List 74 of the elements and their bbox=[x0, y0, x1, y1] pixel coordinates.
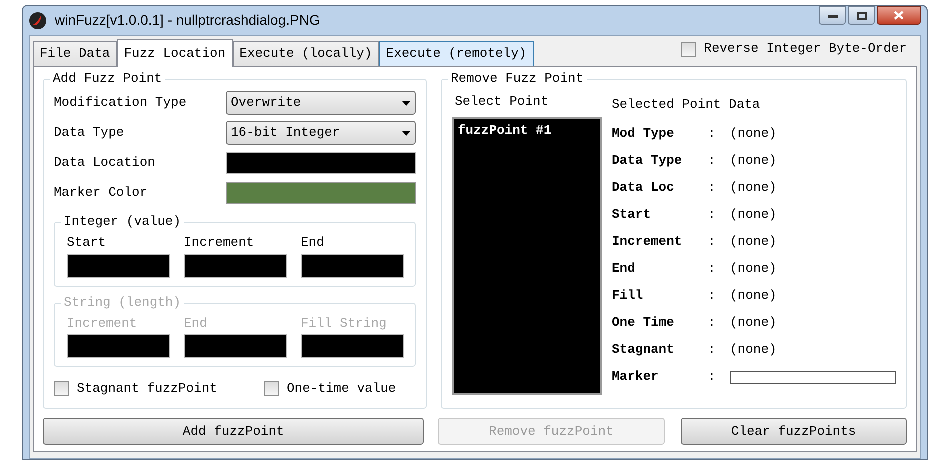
field-label: Data Type bbox=[54, 124, 126, 142]
data-label: One Time bbox=[612, 314, 676, 332]
list-item[interactable]: fuzzPoint #1 bbox=[458, 122, 596, 138]
section-title: Selected Point Data bbox=[612, 96, 762, 114]
tab[interactable]: Execute (locally) bbox=[232, 41, 380, 66]
field-label: Start bbox=[67, 234, 108, 252]
data-label: Marker bbox=[612, 368, 660, 386]
checkbox[interactable] bbox=[264, 381, 279, 396]
dropdown[interactable]: Overwrite bbox=[226, 91, 416, 115]
close-icon bbox=[894, 11, 904, 20]
separator: : bbox=[708, 152, 717, 170]
separator: : bbox=[708, 341, 717, 360]
data-label: Mod Type bbox=[612, 125, 676, 144]
input-field[interactable] bbox=[301, 254, 404, 278]
data-value: (none) bbox=[730, 233, 777, 252]
checkbox-label: One-time value bbox=[287, 380, 396, 398]
data-value: (none) bbox=[730, 125, 777, 144]
data-label: Fill bbox=[612, 287, 644, 306]
data-value: (none) bbox=[730, 314, 777, 332]
data-label: Increment bbox=[612, 233, 684, 252]
field-label: Marker Color bbox=[54, 184, 149, 202]
window-title: winFuzz[v1.0.0.1] - nullptrcrashdialog.PNG bbox=[55, 11, 320, 30]
dropdown-arrow-icon bbox=[402, 100, 411, 106]
checkbox[interactable] bbox=[681, 42, 696, 56]
tab[interactable]: File Data bbox=[33, 41, 118, 66]
group-title: Integer (value) bbox=[61, 214, 184, 230]
maximize-icon bbox=[856, 12, 866, 20]
data-value: (none) bbox=[730, 206, 777, 224]
separator: : bbox=[708, 233, 717, 252]
input-field[interactable] bbox=[184, 254, 287, 278]
separator: : bbox=[708, 368, 717, 386]
add-button[interactable]: Add fuzzPoint bbox=[43, 418, 424, 445]
dropdown[interactable]: 16-bit Integer bbox=[226, 121, 416, 145]
data-value: (none) bbox=[730, 179, 777, 198]
group-title: String (length) bbox=[61, 294, 184, 310]
separator: : bbox=[708, 260, 717, 278]
minimize-icon bbox=[828, 14, 838, 18]
field-label: End bbox=[184, 314, 208, 332]
data-value: (none) bbox=[730, 341, 777, 360]
checkbox-label: Stagnant fuzzPoint bbox=[77, 380, 218, 398]
separator: : bbox=[708, 125, 717, 144]
dropdown-arrow-icon bbox=[402, 130, 411, 136]
maximize-button[interactable] bbox=[848, 6, 875, 25]
data-value: (none) bbox=[730, 260, 777, 278]
field-label: End bbox=[301, 234, 326, 252]
tab[interactable]: Execute (remotely) bbox=[379, 41, 534, 66]
color-swatch[interactable] bbox=[226, 182, 416, 204]
separator: : bbox=[708, 287, 717, 306]
clear-button[interactable]: Clear fuzzPoints bbox=[680, 418, 907, 445]
separator: : bbox=[708, 179, 717, 198]
field-label: Modification Type bbox=[54, 94, 188, 112]
app-logo-icon bbox=[29, 12, 47, 30]
data-value: (none) bbox=[730, 152, 777, 170]
field-label: Data Location bbox=[54, 154, 156, 172]
section-label: Select Point bbox=[454, 93, 550, 111]
data-label: Start bbox=[612, 206, 652, 224]
separator: : bbox=[708, 314, 717, 332]
close-button[interactable] bbox=[877, 6, 921, 25]
field-label: Fill String bbox=[301, 314, 388, 332]
data-label: Stagnant bbox=[612, 341, 676, 360]
data-label: Data Type bbox=[612, 152, 684, 170]
minimize-button[interactable] bbox=[819, 6, 846, 25]
point-list[interactable]: fuzzPoint #1 bbox=[452, 116, 602, 394]
input-field[interactable] bbox=[226, 152, 416, 174]
data-label: End bbox=[612, 260, 636, 278]
checkbox-label: Reverse Integer Byte-Order bbox=[704, 40, 907, 58]
field-label: Increment bbox=[184, 234, 256, 252]
input-field[interactable] bbox=[67, 254, 170, 278]
data-value: (none) bbox=[730, 287, 777, 306]
checkbox[interactable] bbox=[54, 381, 69, 396]
data-label: Data Loc bbox=[612, 179, 676, 198]
separator: : bbox=[708, 206, 717, 224]
field-label: Increment bbox=[67, 314, 138, 332]
tab[interactable]: Fuzz Location bbox=[117, 39, 233, 67]
